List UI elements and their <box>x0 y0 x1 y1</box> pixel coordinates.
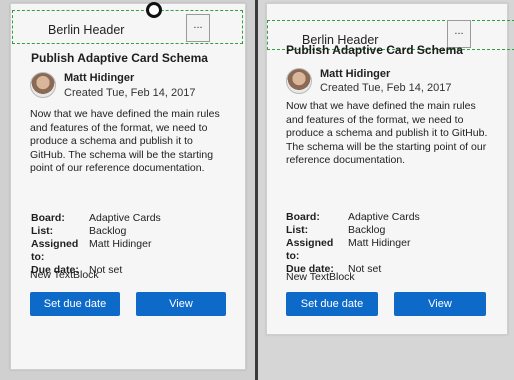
fact-set: Board: Adaptive Cards List: Backlog Assi… <box>31 212 161 277</box>
fact-key: List: <box>286 224 309 236</box>
fact-key: Assigned to: <box>286 237 334 262</box>
card-title: Publish Adaptive Card Schema <box>31 51 208 65</box>
new-textblock: New TextBlock <box>286 271 355 283</box>
fact-value: Backlog <box>348 224 386 236</box>
fact-value: Adaptive Cards <box>89 212 161 224</box>
header-title: Berlin Header <box>48 23 125 37</box>
fact-row: Board: Adaptive Cards <box>31 212 161 225</box>
left-card-pane: Berlin Header ... Publish Adaptive Card … <box>0 0 255 380</box>
drag-handle[interactable] <box>146 2 162 18</box>
view-button[interactable]: View <box>136 292 226 316</box>
fact-key: List: <box>31 225 54 237</box>
card-body-text: Now that we have defined the main rules … <box>286 100 488 166</box>
created-date: Created Tue, Feb 14, 2017 <box>64 87 196 99</box>
fact-key: Board: <box>31 212 65 224</box>
card-title: Publish Adaptive Card Schema <box>286 43 463 57</box>
fact-row: Assigned to: Matt Hidinger <box>31 238 161 264</box>
fact-value: Adaptive Cards <box>348 211 420 223</box>
avatar <box>286 68 312 94</box>
set-due-date-button[interactable]: Set due date <box>286 292 378 316</box>
fact-row: Assigned to: Matt Hidinger <box>286 237 420 263</box>
fact-key: Board: <box>286 211 320 223</box>
new-textblock: New TextBlock <box>30 269 99 281</box>
more-options-button[interactable]: ... <box>186 14 210 42</box>
fact-key: Assigned to: <box>31 238 79 263</box>
fact-row: List: Backlog <box>286 224 420 237</box>
view-button[interactable]: View <box>394 292 486 316</box>
author-name: Matt Hidinger <box>320 68 391 80</box>
fact-row: Board: Adaptive Cards <box>286 211 420 224</box>
fact-value: Backlog <box>89 225 127 237</box>
right-card-pane: Berlin Header ... Publish Adaptive Card … <box>258 0 514 380</box>
card-body-text: Now that we have defined the main rules … <box>30 108 220 174</box>
fact-value: Matt Hidinger <box>348 237 411 249</box>
fact-set: Board: Adaptive Cards List: Backlog Assi… <box>286 211 420 276</box>
created-date: Created Tue, Feb 14, 2017 <box>320 82 452 94</box>
avatar <box>30 72 56 98</box>
fact-row: List: Backlog <box>31 225 161 238</box>
author-name: Matt Hidinger <box>64 72 135 84</box>
set-due-date-button[interactable]: Set due date <box>30 292 120 316</box>
fact-value: Matt Hidinger <box>89 238 152 250</box>
